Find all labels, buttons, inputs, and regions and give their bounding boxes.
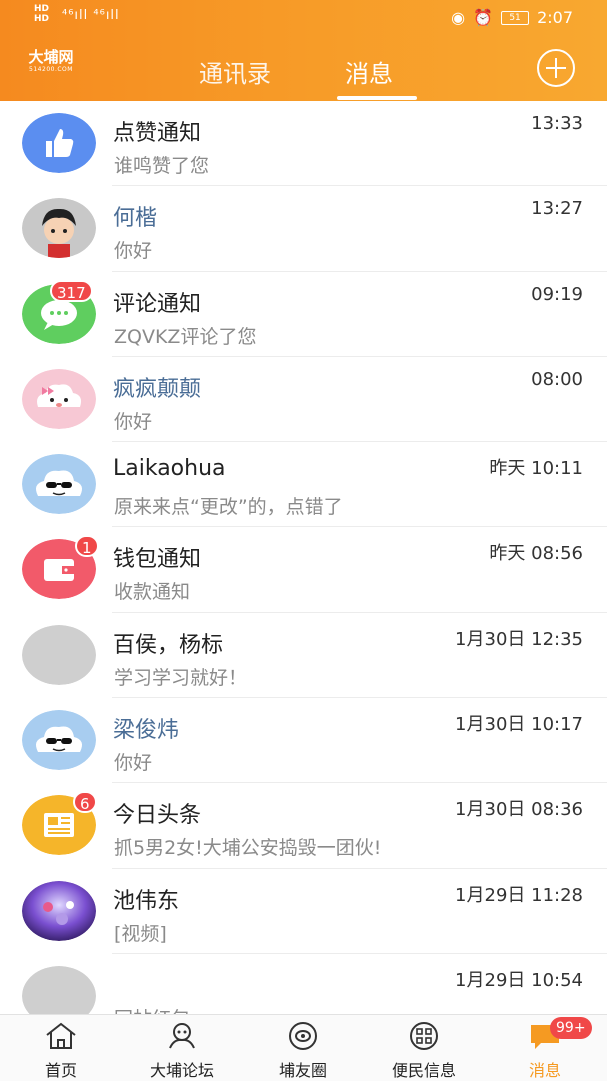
message-sender: 评论通知: [113, 291, 202, 317]
app-logo[interactable]: 大埔网 514200.COM: [24, 48, 78, 84]
message-preview: 你好: [114, 752, 153, 775]
message-row[interactable]: 梁俊炜你好 1月30日 10:17: [0, 698, 607, 784]
message-sender: 今日头条: [113, 803, 202, 829]
avatar: [22, 454, 96, 515]
message-preview: 你好: [114, 410, 153, 433]
message-preview: 学习学习就好！: [114, 666, 248, 689]
service-icon: [410, 1022, 438, 1050]
message-time: 09:19: [531, 283, 583, 305]
message-sender: 点赞通知: [113, 121, 202, 146]
message-time: 1月29日 11:28: [455, 884, 583, 906]
message-time: 08:00: [531, 368, 583, 390]
message-time: 13:33: [531, 113, 583, 134]
message-preview: 原来来点“更改”的，点错了: [114, 496, 343, 519]
battery-icon: 51: [501, 10, 530, 25]
message-sender: 钱包通知: [113, 547, 202, 573]
message-row[interactable]: 何楷你好 13:27: [0, 186, 607, 272]
message-sender: 梁俊炜: [113, 718, 180, 744]
avatar: [22, 198, 96, 259]
tab-contacts[interactable]: 通讯录: [199, 54, 271, 89]
clock-time: 2:07: [537, 8, 573, 27]
circle-icon: [289, 1022, 317, 1050]
message-list: 点赞通知谁鸣赞了您 13:33 何楷你好 13:27 317 评论通知 ZQVKZ评论了您 0…: [0, 101, 607, 1014]
message-row[interactable]: 回帖红包 1月29日 10:54: [0, 954, 607, 1014]
avatar: [22, 624, 96, 685]
tab-messages[interactable]: 消息: [345, 54, 393, 89]
message-preview: [视频]: [114, 922, 167, 945]
message-row[interactable]: Laikaohua 原来来点“更改”的，点错了 昨天 10:11: [0, 442, 607, 528]
forum-icon: [169, 1023, 195, 1049]
message-badge: 99+: [550, 1017, 592, 1039]
eye-icon: ◉: [451, 8, 466, 27]
unread-badge: 1: [75, 535, 99, 558]
top-header: HD HD ⁴⁶ıll ⁴⁶ıll ◉ ⏰ 51 2:07 大埔网 514200…: [0, 0, 607, 101]
message-sender: 何楷: [113, 206, 158, 232]
nav-home[interactable]: 首页: [11, 1015, 111, 1081]
message-row[interactable]: 1 钱包通知收款通知 昨天 08:56: [0, 527, 607, 613]
message-preview: 你好: [114, 240, 153, 263]
nav-service[interactable]: 便民信息: [374, 1015, 474, 1081]
nav-circle[interactable]: 埔友圈: [253, 1015, 353, 1081]
message-sender: 池伟东: [113, 888, 180, 914]
message-row[interactable]: 疯疯颠颠你好 08:00: [0, 357, 607, 443]
unread-badge: 317: [50, 279, 93, 302]
bottom-nav: 首页 大埔论坛 埔友圈 便民信息 99+ 消息: [0, 1014, 607, 1081]
message-preview: 收款通知: [114, 581, 191, 604]
message-time: 1月30日 12:35: [455, 628, 583, 650]
add-button[interactable]: [537, 49, 575, 87]
message-time: 昨天 08:56: [489, 543, 583, 565]
avatar: [22, 710, 96, 771]
unread-badge: 6: [73, 791, 97, 814]
nav-forum[interactable]: 大埔论坛: [132, 1015, 232, 1081]
message-preview: 谁鸣赞了您: [114, 155, 210, 177]
active-tab-indicator: [337, 96, 417, 100]
avatar: [22, 368, 96, 429]
message-time: 13:27: [531, 198, 583, 220]
message-sender: Laikaohua: [113, 456, 226, 482]
message-time: 昨天 10:11: [489, 458, 583, 480]
message-row[interactable]: 6 今日头条抓5男2女!大埔公安捣毁一团伙! 1月30日 08:36: [0, 783, 607, 869]
avatar: [22, 113, 96, 173]
message-row[interactable]: 百侯，杨标学习学习就好！ 1月30日 12:35: [0, 613, 607, 699]
nav-messages[interactable]: 99+ 消息: [495, 1015, 595, 1081]
message-preview: ZQVKZ评论了您: [114, 325, 257, 348]
message-time: 1月30日 08:36: [455, 799, 583, 821]
message-preview: 回帖红包: [114, 1004, 190, 1014]
status-bar: HD HD ⁴⁶ıll ⁴⁶ıll ◉ ⏰ 51 2:07: [0, 0, 607, 34]
message-preview: 抓5男2女!大埔公安捣毁一团伙!: [114, 837, 382, 860]
status-right: ◉ ⏰ 51 2:07: [451, 8, 573, 27]
message-time: 1月30日 10:17: [455, 714, 583, 736]
avatar: [22, 965, 96, 1014]
signal-icon: ⁴⁶ıll ⁴⁶ıll: [62, 8, 120, 23]
message-row[interactable]: 点赞通知谁鸣赞了您 13:33: [0, 101, 607, 187]
alarm-icon: ⏰: [473, 8, 494, 27]
message-row[interactable]: 池伟东 [视频] 1月29日 11:28: [0, 869, 607, 954]
message-sender: 疯疯颠颠: [113, 376, 202, 402]
home-icon: [46, 1022, 76, 1049]
message-row[interactable]: 317 评论通知 ZQVKZ评论了您 09:19: [0, 272, 607, 357]
message-time: 1月29日 10:54: [455, 969, 583, 991]
message-sender: 百侯，杨标: [113, 632, 224, 658]
avatar: [22, 880, 96, 941]
hd-indicator: HD HD: [34, 4, 50, 24]
